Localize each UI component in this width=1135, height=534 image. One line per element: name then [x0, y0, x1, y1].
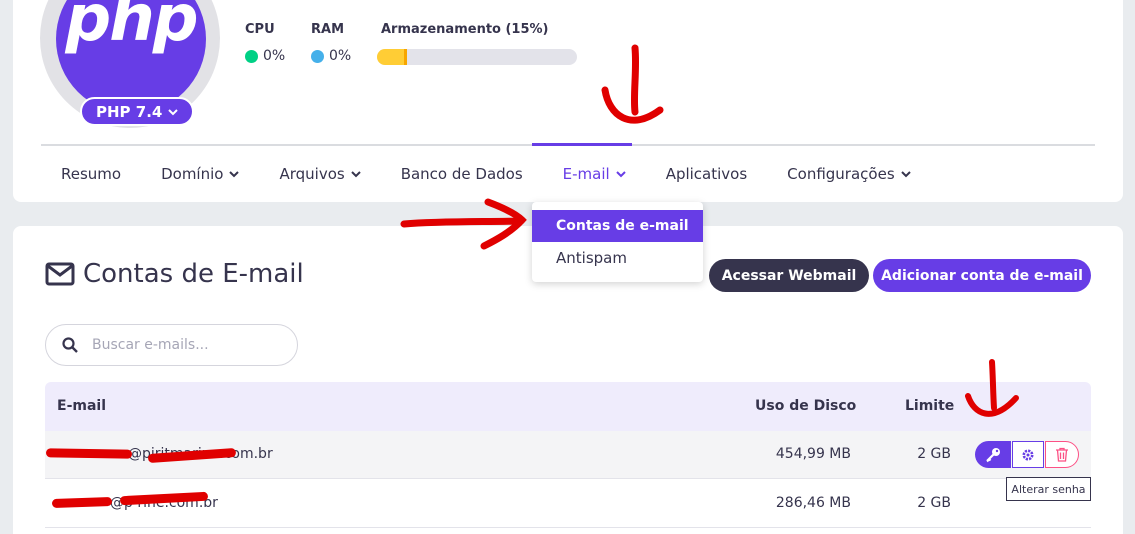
chevron-down-icon: [229, 171, 240, 178]
ram-label: RAM: [311, 22, 345, 37]
envelope-icon: [45, 262, 75, 286]
menu-item-email-accounts[interactable]: Contas de e-mail: [532, 210, 703, 242]
search-box: [45, 324, 298, 366]
nav-item-label: Arquivos: [279, 165, 345, 183]
php-version-label: PHP 7.4: [96, 102, 163, 121]
nav-item-label: Banco de Dados: [400, 165, 523, 183]
nav-item-arquivos[interactable]: Arquivos: [259, 150, 380, 198]
delete-button[interactable]: [1045, 441, 1079, 468]
nav-item-aplicativos[interactable]: Aplicativos: [646, 150, 767, 198]
annotation-arrow-icon: [601, 44, 664, 124]
nav-item-banco-de-dados[interactable]: Banco de Dados: [381, 150, 543, 198]
page-title-text: Contas de E-mail: [83, 259, 304, 289]
key-icon: [986, 447, 1000, 462]
redaction-mark: [45, 448, 133, 459]
column-header-limit: Limite: [905, 398, 955, 414]
chevron-down-icon: [168, 108, 179, 115]
storage-label: Armazenamento (15%): [381, 22, 549, 37]
ram-value-text: 0%: [329, 48, 352, 64]
storage-progress-bar: [377, 49, 577, 65]
trash-icon: [1056, 447, 1068, 462]
add-email-account-button[interactable]: Adicionar conta de e-mail: [873, 259, 1091, 292]
page-title: Contas de E-mail: [45, 259, 304, 289]
cpu-label: CPU: [245, 22, 275, 37]
cpu-value: 0%: [245, 48, 285, 64]
nav-active-indicator: [532, 143, 632, 146]
php-version-selector[interactable]: PHP 7.4: [80, 97, 195, 126]
settings-button[interactable]: [1012, 441, 1044, 468]
hosting-nav: Resumo Domínio Arquivos Banco de Dados E…: [41, 150, 931, 198]
annotation-arrow-icon: [965, 359, 1019, 417]
chevron-down-icon: [615, 171, 626, 178]
nav-item-label: Configurações: [787, 165, 895, 183]
nav-item-email[interactable]: E-mail: [543, 150, 646, 198]
access-webmail-button[interactable]: Acessar Webmail: [709, 259, 869, 292]
nav-item-dominio[interactable]: Domínio: [141, 150, 259, 198]
chevron-down-icon: [350, 171, 361, 178]
menu-item-antispam[interactable]: Antispam: [532, 242, 703, 274]
cpu-status-dot: [245, 49, 258, 63]
storage-progress-fill: [377, 49, 407, 65]
column-header-disk-usage: Uso de Disco: [755, 398, 857, 414]
ram-status-dot: [311, 49, 324, 63]
annotation-arrow-icon: [400, 198, 527, 250]
disk-usage-value: 286,46 MB: [775, 495, 851, 511]
nav-item-resumo[interactable]: Resumo: [41, 150, 141, 198]
ram-value: 0%: [311, 48, 351, 64]
tooltip: Alterar senha: [1006, 477, 1091, 501]
nav-item-label: Domínio: [161, 165, 224, 183]
column-header-email: E-mail: [57, 398, 107, 414]
nav-item-label: Aplicativos: [665, 165, 748, 183]
disk-usage-value: 454,99 MB: [775, 446, 851, 462]
cpu-value-text: 0%: [263, 48, 286, 64]
nav-item-label: E-mail: [562, 165, 610, 183]
nav-item-label: Resumo: [61, 165, 122, 183]
chevron-down-icon: [900, 171, 911, 178]
email-dropdown-menu: Contas de e-mail Antispam: [532, 202, 703, 282]
nav-item-configuracoes[interactable]: Configurações: [767, 150, 930, 198]
limit-value: 2 GB: [917, 446, 951, 462]
search-emails-input[interactable]: [92, 337, 272, 353]
gear-icon: [1022, 449, 1034, 460]
change-password-button[interactable]: [975, 441, 1011, 468]
limit-value: 2 GB: [917, 495, 951, 511]
search-icon: [62, 337, 78, 353]
